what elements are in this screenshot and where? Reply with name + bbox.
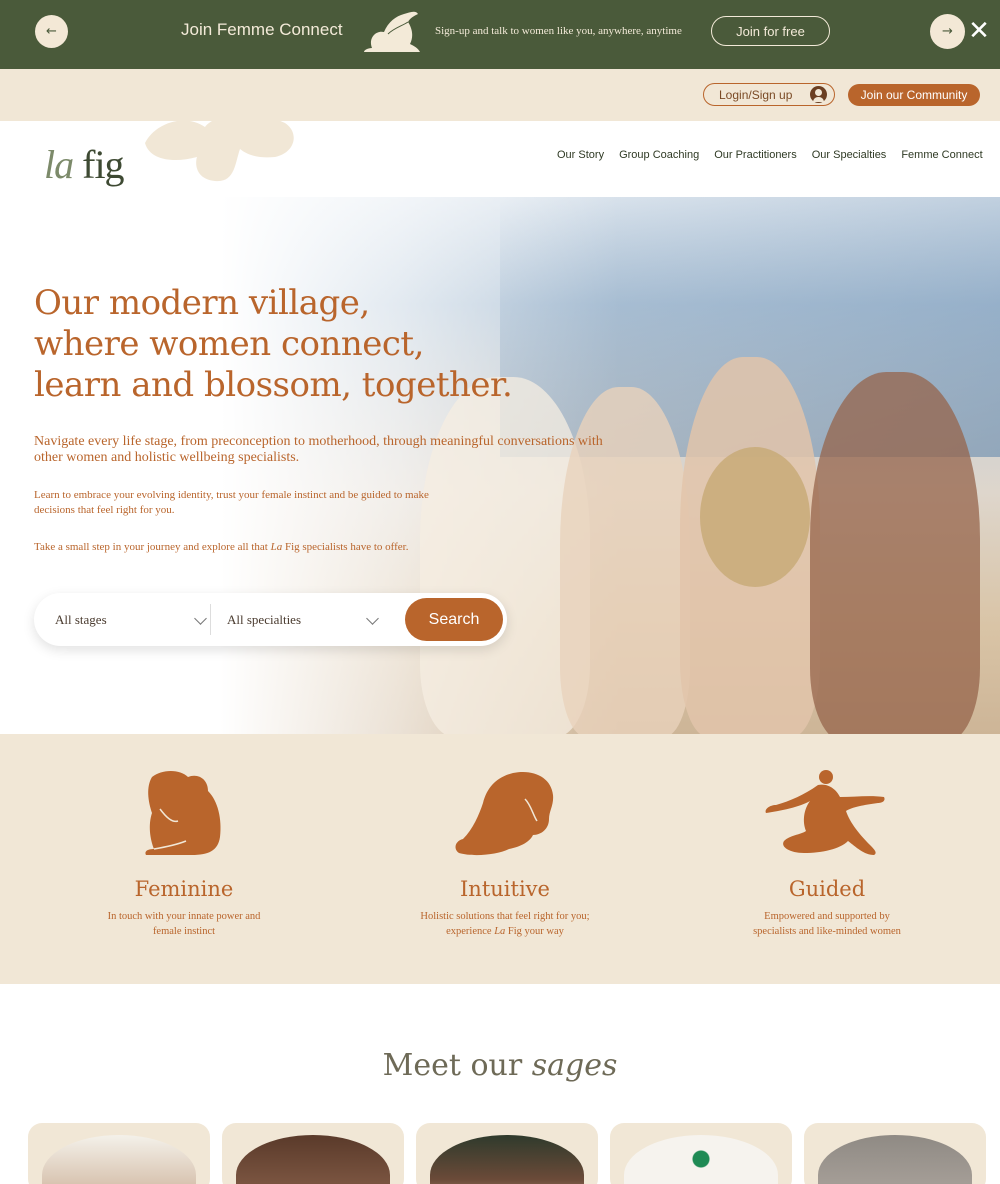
sages-title-plain: Meet our bbox=[382, 1048, 532, 1083]
sage-photo bbox=[42, 1135, 196, 1184]
hero-photo-woman-4 bbox=[810, 372, 980, 734]
hero-cta-text: Take a small step in your journey and ex… bbox=[34, 540, 464, 555]
value-title: Feminine bbox=[134, 877, 234, 901]
hero-body: Learn to embrace your evolving identity,… bbox=[34, 489, 429, 516]
sage-photo bbox=[624, 1135, 778, 1184]
fig-leaf-decoration bbox=[145, 114, 294, 182]
sage-card[interactable] bbox=[222, 1123, 404, 1184]
sage-card[interactable] bbox=[416, 1123, 598, 1184]
prev-arrow-button[interactable]: ← bbox=[35, 15, 68, 48]
hero-cta-text-end: Fig specialists have to offer. bbox=[282, 541, 409, 553]
hero-title: Our modern village, where women connect,… bbox=[34, 283, 513, 405]
value-title: Guided bbox=[788, 877, 866, 901]
chevron-down-icon bbox=[194, 612, 207, 625]
sage-photo bbox=[430, 1135, 584, 1184]
nav-links: Our Story Group Coaching Our Practitione… bbox=[557, 149, 983, 161]
promo-title: Join Femme Connect bbox=[181, 20, 343, 39]
search-divider bbox=[210, 604, 211, 635]
value-intuitive: Intuitive Holistic solutions that feel r… bbox=[405, 734, 605, 939]
hero-section: Our modern village, where women connect,… bbox=[0, 197, 1000, 734]
login-label: Login/Sign up bbox=[719, 87, 793, 102]
value-desc-brand: La bbox=[494, 926, 506, 937]
value-desc-end: Fig your way bbox=[505, 926, 564, 937]
value-feminine: Feminine In touch with your innate power… bbox=[84, 734, 284, 939]
main-nav: la fig Our Story Group Coaching Our Prac… bbox=[0, 114, 1000, 197]
values-section: Feminine In touch with your innate power… bbox=[0, 734, 1000, 984]
user-icon bbox=[810, 86, 827, 103]
specialty-select-value: All specialties bbox=[227, 611, 302, 627]
seated-woman-icon bbox=[145, 771, 221, 855]
hero-photo-hat bbox=[700, 447, 810, 587]
login-signup-button[interactable]: Login/Sign up bbox=[703, 83, 835, 106]
join-free-button[interactable]: Join for free bbox=[711, 16, 830, 46]
arrow-right-icon: → bbox=[942, 24, 953, 39]
chevron-down-icon bbox=[366, 612, 379, 625]
nav-our-story[interactable]: Our Story bbox=[557, 149, 604, 161]
sage-card[interactable] bbox=[610, 1123, 792, 1184]
hero-intro: Navigate every life stage, from preconce… bbox=[34, 434, 603, 465]
promo-text: Sign-up and talk to women like you, anyw… bbox=[435, 25, 682, 37]
seated-figure-icon bbox=[364, 11, 420, 53]
sage-photo bbox=[236, 1135, 390, 1184]
search-bar: All stages All specialties Search bbox=[34, 593, 507, 646]
sages-title: Meet our sages bbox=[0, 1048, 1000, 1083]
value-desc: In touch with your innate power and fema… bbox=[107, 911, 261, 937]
next-arrow-button[interactable]: → bbox=[930, 14, 965, 49]
woman-profile-icon bbox=[455, 771, 554, 856]
hero-cta-brand: La bbox=[270, 541, 283, 553]
value-desc: Holistic solutions that feel right for y… bbox=[420, 909, 590, 939]
search-button[interactable]: Search bbox=[405, 598, 503, 641]
arrow-left-icon: ← bbox=[46, 24, 57, 39]
sage-card[interactable] bbox=[804, 1123, 986, 1184]
nav-our-practitioners[interactable]: Our Practitioners bbox=[714, 149, 797, 161]
hero-cta-text-start: Take a small step in your journey and ex… bbox=[34, 541, 271, 553]
stage-select[interactable]: All stages bbox=[55, 593, 207, 646]
nav-group-coaching[interactable]: Group Coaching bbox=[619, 149, 699, 161]
sage-photo bbox=[818, 1135, 972, 1184]
logo-fig: fig bbox=[82, 142, 124, 187]
logo[interactable]: la fig bbox=[44, 141, 125, 188]
join-community-button[interactable]: Join our Community bbox=[848, 84, 980, 106]
stage-select-value: All stages bbox=[55, 611, 107, 627]
close-icon[interactable]: ✕ bbox=[966, 16, 992, 46]
value-desc: Empowered and supported by specialists a… bbox=[753, 911, 901, 937]
reclining-woman-icon bbox=[765, 770, 885, 855]
nav-femme-connect[interactable]: Femme Connect bbox=[901, 149, 982, 161]
value-guided: Guided Empowered and supported by specia… bbox=[727, 734, 927, 939]
value-title: Intuitive bbox=[460, 877, 550, 901]
logo-la: la bbox=[44, 142, 74, 187]
sages-title-italic: sages bbox=[531, 1048, 618, 1083]
nav-our-specialties[interactable]: Our Specialties bbox=[812, 149, 887, 161]
sage-card[interactable] bbox=[28, 1123, 210, 1184]
promo-banner: ← Join Femme Connect Sign-up and talk to… bbox=[0, 0, 1000, 69]
specialty-select[interactable]: All specialties bbox=[227, 593, 379, 646]
